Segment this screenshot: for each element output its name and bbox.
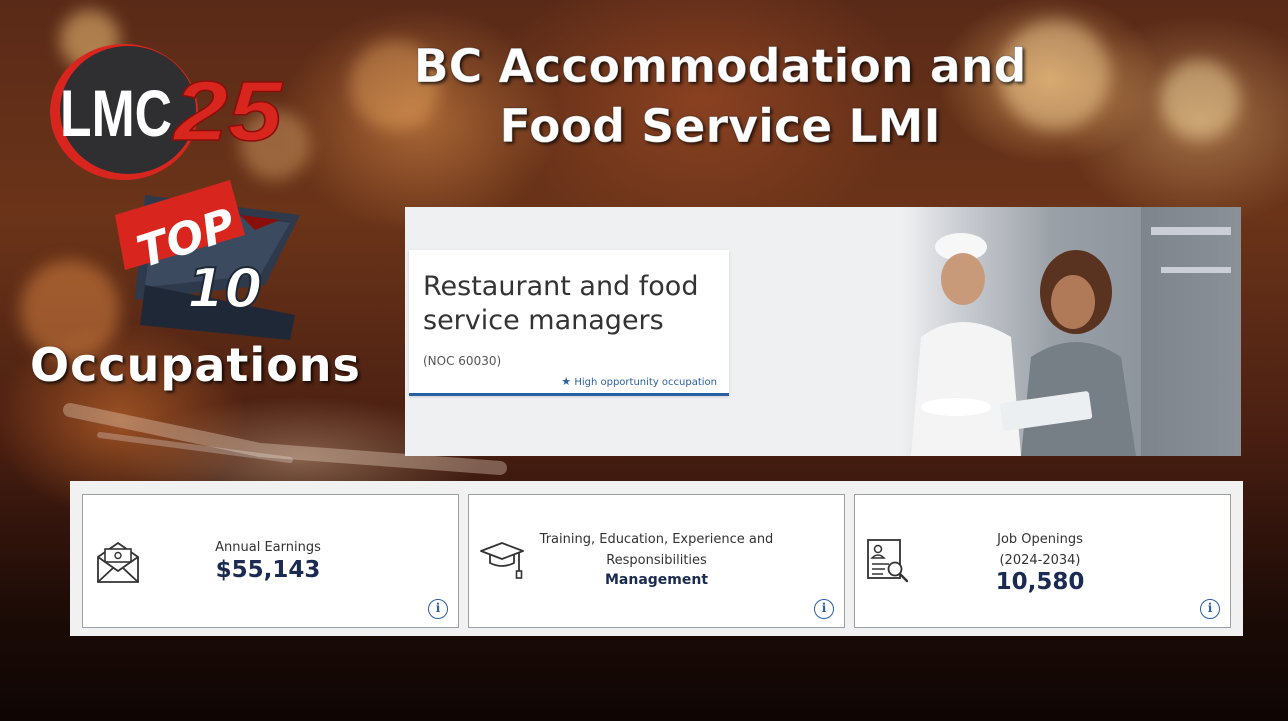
stat-card-annual-earnings[interactable]: Annual Earnings $55,143 i bbox=[82, 494, 459, 628]
occupation-panel: Restaurant and food service managers (NO… bbox=[405, 207, 1241, 456]
occupations-label: Occupations bbox=[30, 338, 361, 392]
high-opportunity-label: High opportunity occupation bbox=[574, 377, 717, 388]
occupation-card[interactable]: Restaurant and food service managers (NO… bbox=[409, 250, 729, 396]
title-line-1: BC Accommodation and bbox=[413, 39, 1027, 94]
bokeh-light bbox=[1160, 60, 1240, 140]
training-value: Management bbox=[604, 572, 709, 588]
info-icon[interactable]: i bbox=[428, 599, 448, 619]
stats-bar: Annual Earnings $55,143 i Training, Educ… bbox=[70, 481, 1243, 636]
logo-text-lmc: LMC bbox=[60, 76, 172, 150]
graduation-cap-icon bbox=[480, 542, 524, 579]
high-opportunity-tag: ★ High opportunity occupation bbox=[561, 375, 717, 388]
info-icon[interactable]: i bbox=[814, 599, 834, 619]
training-label: Training, Education, Experience and Resp… bbox=[539, 532, 774, 568]
stat-card-job-openings[interactable]: Job Openings (2024-2034) 10,580 i bbox=[854, 494, 1231, 628]
annual-earnings-label: Annual Earnings bbox=[215, 540, 321, 555]
title-line-2: Food Service LMI bbox=[499, 99, 941, 154]
chef-photo bbox=[901, 207, 1241, 456]
stat-card-training[interactable]: Training, Education, Experience and Resp… bbox=[468, 494, 845, 628]
job-openings-label: Job Openings bbox=[997, 532, 1083, 547]
envelope-money-icon bbox=[97, 541, 139, 583]
occupation-title: Restaurant and food service managers bbox=[423, 271, 699, 336]
job-openings-value: 10,580 bbox=[995, 569, 1085, 595]
slide-background: LMC 25 BC Accommodation and Food Service… bbox=[0, 0, 1288, 721]
info-icon[interactable]: i bbox=[1200, 599, 1220, 619]
slide-title: BC Accommodation and Food Service LMI bbox=[370, 36, 1070, 156]
star-icon: ★ bbox=[561, 375, 572, 388]
annual-earnings-value: $55,143 bbox=[215, 557, 321, 583]
job-openings-period: (2024-2034) bbox=[999, 553, 1081, 568]
noc-code: (NOC 60030) bbox=[423, 354, 502, 368]
logo-text-25: 25 bbox=[172, 64, 284, 158]
document-search-icon bbox=[867, 539, 909, 583]
chef-illustration bbox=[911, 207, 1241, 456]
lmc25-logo: LMC 25 bbox=[50, 44, 284, 180]
top10-badge: TOP 10 bbox=[115, 180, 300, 340]
badge-number-text: 10 bbox=[187, 257, 262, 320]
